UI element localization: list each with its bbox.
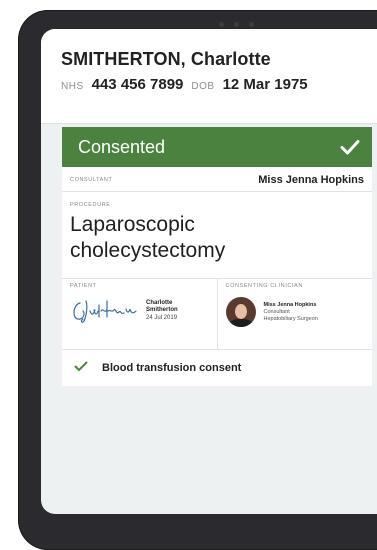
patient-signature-details: Charlotte Smitherton 24 Jul 2019	[146, 300, 178, 323]
clinician-block: CONSENTING CLINICIAN Miss Jenna Hopkins …	[216, 279, 373, 349]
clinician-name: Miss Jenna Hopkins	[263, 301, 317, 308]
patient-sig-name-2: Smitherton	[146, 307, 178, 314]
avatar	[225, 297, 256, 327]
screen: SMITHERTON, Charlotte NHS 443 456 7899 D…	[41, 29, 377, 514]
dob-value: 12 Mar 1975	[222, 76, 308, 93]
consultant-label: CONSULTANT	[70, 177, 113, 183]
consultant-row: CONSULTANT Miss Jenna Hopkins	[62, 167, 372, 192]
check-icon	[74, 359, 88, 377]
patient-sig-name-1: Charlotte	[146, 299, 173, 306]
patient-label: PATIENT	[70, 283, 97, 289]
nhs-label: NHS	[61, 81, 84, 92]
clinician-role: Consultant	[263, 308, 290, 315]
check-icon	[340, 139, 360, 155]
patient-signature	[70, 297, 138, 325]
blood-transfusion-label: Blood transfusion consent	[102, 362, 242, 374]
procedure-label: PROCEDURE	[70, 202, 111, 208]
procedure-section: PROCEDURE Laparoscopic cholecystectomy	[62, 192, 372, 279]
nhs-number: 443 456 7899	[91, 76, 184, 93]
consultant-name: Miss Jenna Hopkins	[258, 174, 364, 186]
camera-dots	[196, 22, 276, 28]
clinician-specialty: Hepatobiliary Surgeon	[263, 315, 318, 322]
clinician-details: Miss Jenna Hopkins Consultant Hepatobili…	[264, 302, 318, 323]
procedure-name: Laparoscopic cholecystectomy	[70, 213, 226, 262]
blood-transfusion-row[interactable]: Blood transfusion consent	[62, 350, 372, 386]
consent-card[interactable]: Consented CONSULTANT Miss Jenna Hopkins …	[62, 127, 372, 386]
patient-ids: NHS 443 456 7899 DOB 12 Mar 1975	[61, 76, 357, 93]
clinician-label: CONSENTING CLINICIAN	[225, 283, 303, 289]
status-bar: Consented	[62, 127, 372, 167]
patient-sig-date: 24 Jul 2019	[146, 314, 178, 321]
patient-header: SMITHERTON, Charlotte NHS 443 456 7899 D…	[41, 29, 377, 124]
patient-signature-block: PATIENT Charlotte Smitherton 24 Jul 2019	[62, 279, 217, 349]
dob-label: DOB	[191, 81, 215, 92]
patient-name: SMITHERTON, Charlotte	[61, 49, 271, 69]
status-text: Consented	[78, 136, 166, 157]
signature-grid: PATIENT Charlotte Smitherton 24 Jul 2019	[62, 279, 372, 350]
